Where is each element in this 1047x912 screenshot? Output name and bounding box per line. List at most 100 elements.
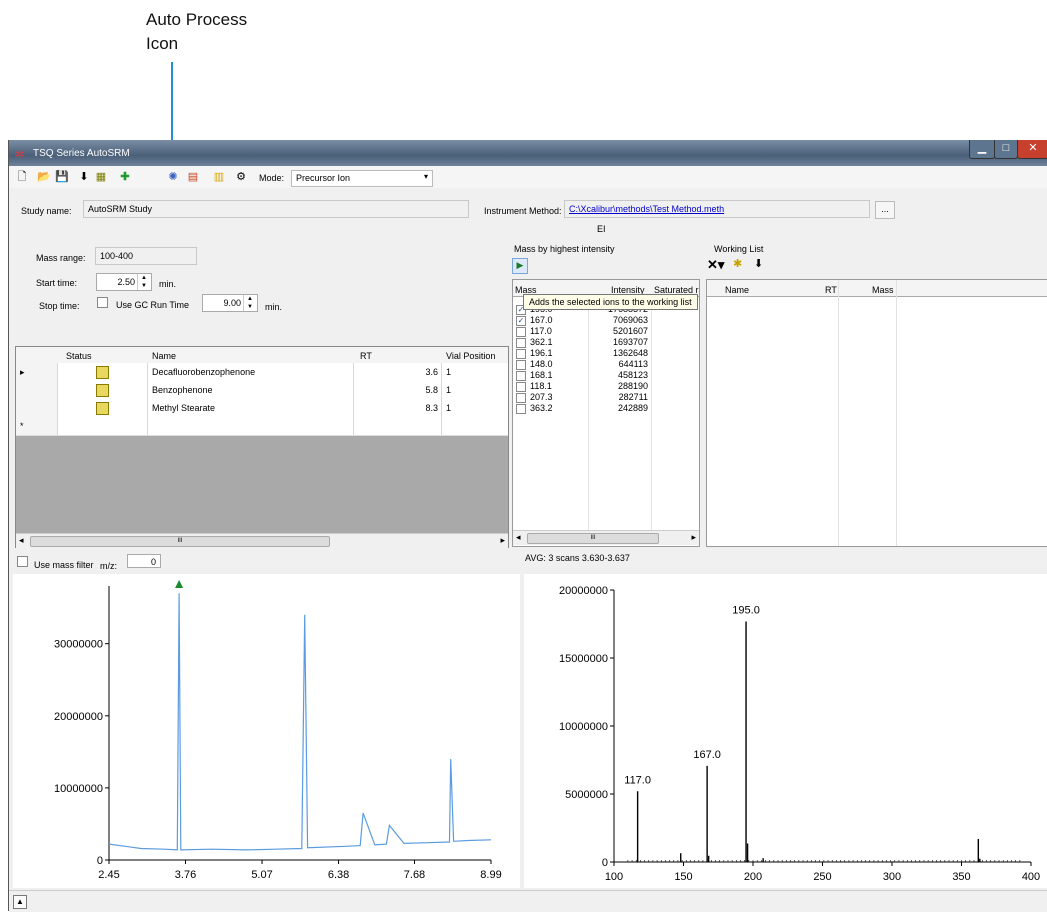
list-item[interactable]: 196.1 1362648: [513, 348, 699, 359]
stop-time-spinner[interactable]: 9.00 ▲ ▼: [202, 294, 258, 312]
add-to-working-list-button[interactable]: ▶: [512, 258, 528, 274]
name-cell[interactable]: Methyl Stearate: [148, 399, 354, 417]
chromatogram-panel[interactable]: 30000000 20000000 10000000 0 2.45 3.76 5.07 6.3…: [13, 574, 520, 888]
col-vial-position[interactable]: Vial Position: [446, 351, 495, 361]
mass-checkbox[interactable]: [516, 371, 526, 381]
study-name-field[interactable]: AutoSRM Study: [83, 200, 469, 218]
mass-spectrum-plot[interactable]: 20000000 15000000 10000000 5000000 0 100 150 20…: [524, 574, 1047, 888]
rt-cell[interactable]: 5.8: [354, 381, 442, 399]
rt-cell[interactable]: 3.6: [354, 363, 442, 381]
export-list-icon[interactable]: ⬇: [754, 257, 763, 270]
col-rt[interactable]: RT: [360, 351, 372, 361]
expand-button[interactable]: ▲: [13, 895, 27, 909]
col-name[interactable]: Name: [152, 351, 176, 361]
start-time-spinner[interactable]: 2.50 ▲ ▼: [96, 273, 152, 291]
table-row[interactable]: Benzophenone 5.8 1: [16, 381, 508, 400]
scroll-thumb-grip: III: [177, 538, 183, 544]
table-row[interactable]: Methyl Stearate 8.3 1: [16, 399, 508, 418]
use-gc-run-time-checkbox[interactable]: [97, 297, 111, 309]
mass-checkbox[interactable]: [516, 404, 526, 414]
app-icon: ✲: [15, 149, 25, 161]
list-item[interactable]: 168.1 458123: [513, 370, 699, 381]
list-item[interactable]: 118.1 288190: [513, 381, 699, 392]
browse-button[interactable]: ...: [875, 201, 895, 219]
mass-checkbox[interactable]: ✓: [516, 316, 526, 326]
name-cell[interactable]: Decafluorobenzophenone: [148, 363, 354, 381]
mass-checkbox[interactable]: [516, 393, 526, 403]
mass-list-scrollbar[interactable]: ◂ III ▸: [513, 530, 699, 545]
working-list-title: Working List: [714, 244, 764, 254]
intensity-value: 1693707: [612, 337, 648, 347]
vial-position-cell[interactable]: 1: [442, 363, 508, 381]
rt-cell[interactable]: [354, 417, 442, 435]
scroll-thumb[interactable]: III: [527, 533, 659, 544]
row-header[interactable]: ▸: [16, 363, 58, 381]
settings-icon[interactable]: ⚙: [234, 170, 248, 184]
name-cell[interactable]: [148, 417, 354, 435]
delete-icon[interactable]: ✕▾: [707, 257, 724, 273]
close-button[interactable]: ✕: [1017, 140, 1047, 159]
mass-range-field[interactable]: 100-400: [95, 247, 197, 265]
table-row[interactable]: ▸ Decafluorobenzophenone 3.6 1: [16, 363, 508, 382]
mz-input[interactable]: 0: [127, 554, 161, 568]
chromatogram-icon[interactable]: ▦: [94, 170, 108, 184]
instrument-method-field[interactable]: C:\Xcalibur\methods\Test Method.meth: [564, 200, 870, 218]
mass-checkbox[interactable]: [516, 360, 526, 370]
minimize-button[interactable]: ▁: [969, 140, 995, 159]
chromatogram-trace: [108, 593, 492, 851]
play-icon: ▶: [516, 260, 524, 270]
mass-checkbox[interactable]: [516, 338, 526, 348]
mass-checkbox[interactable]: [516, 382, 526, 392]
scroll-left-icon[interactable]: ◂: [516, 532, 521, 543]
col-status[interactable]: Status: [66, 351, 92, 361]
auto-process-icon[interactable]: ✺: [166, 170, 180, 184]
list-item[interactable]: 362.1 1693707: [513, 337, 699, 348]
mass-value: 362.1: [530, 337, 553, 347]
list-item[interactable]: ✓ 167.0 7069063: [513, 315, 699, 326]
y-tick-label: 20000000: [54, 711, 103, 723]
y-tick-label: 0: [97, 855, 103, 867]
open-icon[interactable]: 📂: [37, 170, 51, 184]
mode-select[interactable]: Precursor Ion ▾: [291, 170, 433, 187]
mode-label: Mode:: [259, 173, 285, 183]
folder-icon[interactable]: ▥: [212, 170, 226, 184]
horizontal-scrollbar[interactable]: ◂ III ▸: [16, 533, 508, 548]
name-cell[interactable]: Benzophenone: [148, 381, 354, 399]
new-row[interactable]: *: [16, 417, 508, 436]
vial-position-cell[interactable]: [442, 417, 508, 435]
vial-position-cell[interactable]: 1: [442, 381, 508, 399]
row-header[interactable]: [16, 381, 58, 399]
list-item[interactable]: 363.2 242889: [513, 403, 699, 414]
list-item[interactable]: 207.3 282711: [513, 392, 699, 403]
scroll-thumb[interactable]: III: [30, 536, 330, 547]
export-icon[interactable]: ⬇: [77, 170, 91, 184]
chromatogram-plot[interactable]: 30000000 20000000 10000000 0 2.45 3.76 5.07 6.3…: [13, 574, 520, 888]
mass-value: 168.1: [530, 370, 553, 380]
mass-value: 363.2: [530, 403, 553, 413]
row-header[interactable]: [16, 399, 58, 417]
scroll-left-icon[interactable]: ◂: [19, 535, 24, 546]
process-options-icon[interactable]: ▤: [186, 170, 200, 184]
add-item-icon[interactable]: ✱: [733, 257, 742, 270]
save-icon[interactable]: 💾: [55, 170, 69, 184]
scroll-right-icon[interactable]: ▸: [500, 535, 505, 546]
maximize-button[interactable]: □: [994, 140, 1018, 159]
selected-peak-marker: [175, 580, 184, 588]
x-tick-label: 250: [813, 871, 831, 883]
rt-cell[interactable]: 8.3: [354, 399, 442, 417]
vial-position-cell[interactable]: 1: [442, 399, 508, 417]
new-icon[interactable]: 🗋: [15, 170, 29, 184]
mass-checkbox[interactable]: [516, 327, 526, 337]
mass-value: 118.1: [530, 381, 552, 391]
spinner-arrows-icon[interactable]: ▲ ▼: [243, 295, 256, 311]
spectrum-panel[interactable]: 20000000 15000000 10000000 5000000 0 100 150 20…: [524, 574, 1047, 888]
list-item[interactable]: 117.0 5201607: [513, 326, 699, 337]
spinner-arrows-icon[interactable]: ▲ ▼: [137, 274, 150, 290]
add-icon[interactable]: ✚: [118, 170, 132, 184]
row-header[interactable]: *: [16, 417, 58, 435]
list-item[interactable]: 148.0 644113: [513, 359, 699, 370]
instrument-method-link[interactable]: C:\Xcalibur\methods\Test Method.meth: [569, 204, 724, 214]
mass-checkbox[interactable]: [516, 349, 526, 359]
scroll-right-icon[interactable]: ▸: [691, 532, 696, 543]
use-mass-filter-checkbox[interactable]: [17, 556, 31, 568]
